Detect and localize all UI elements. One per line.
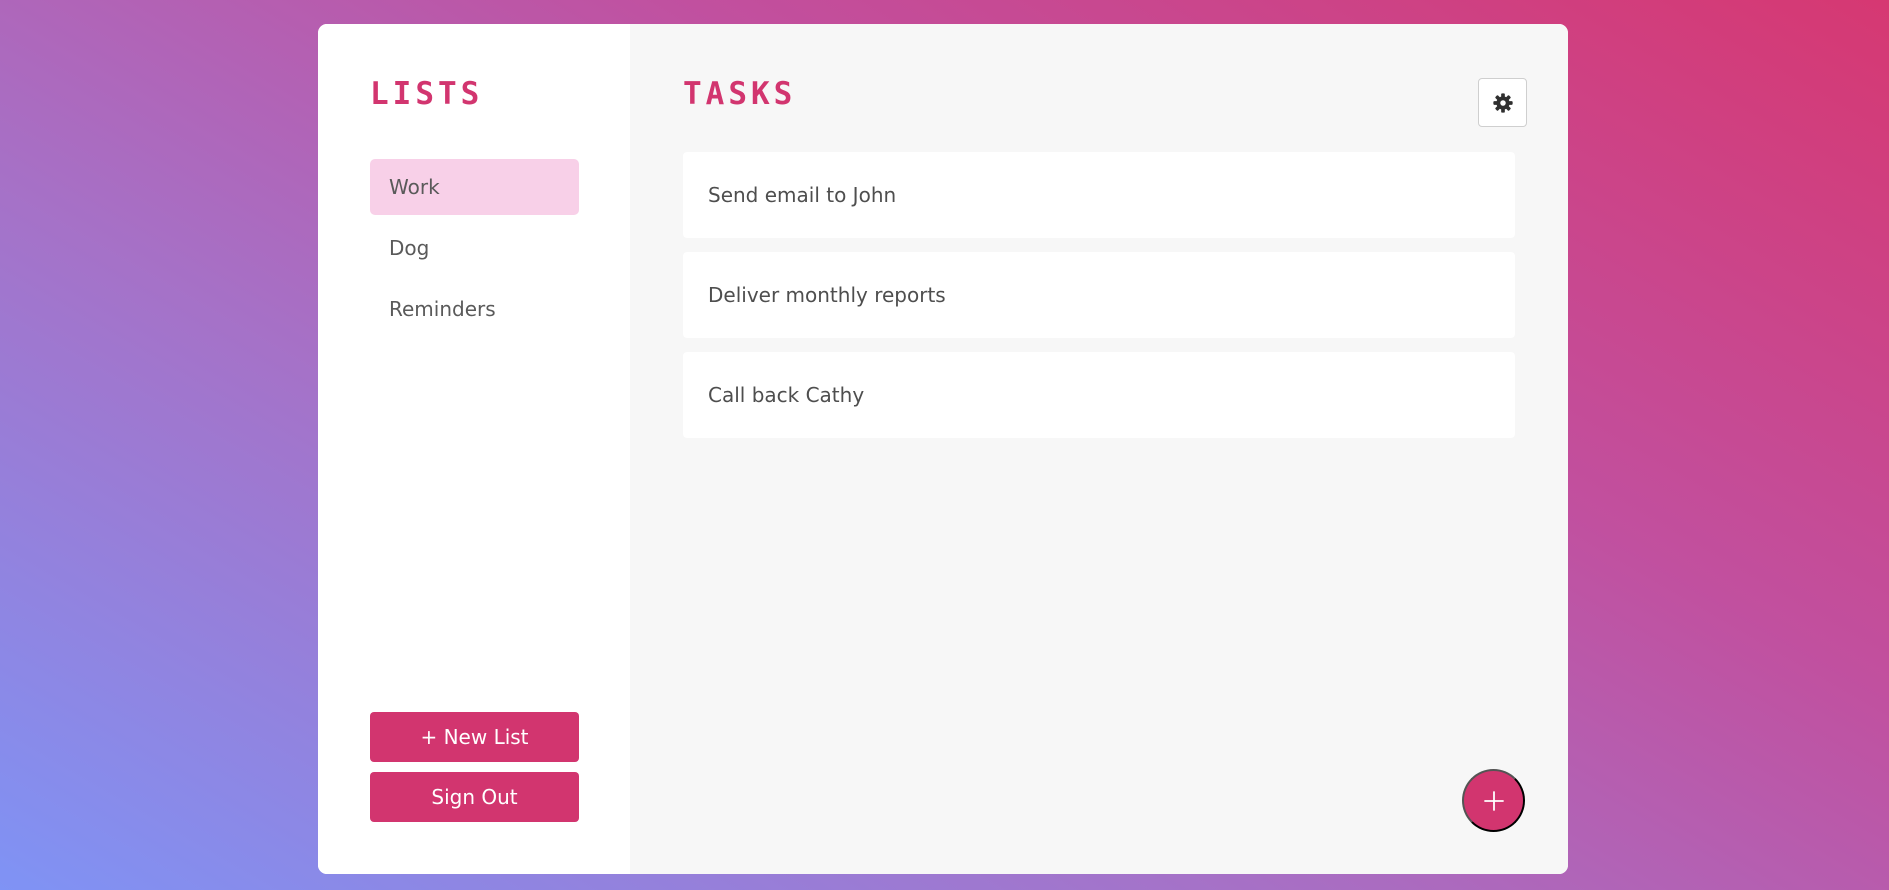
settings-button[interactable]	[1478, 78, 1527, 127]
tasks-heading: TASKS	[683, 76, 797, 112]
task-item[interactable]: Call back Cathy	[683, 352, 1515, 438]
gear-icon	[1492, 92, 1513, 113]
lists-heading: LISTS	[370, 76, 484, 112]
add-task-button[interactable]	[1462, 769, 1525, 832]
task-label: Send email to John	[708, 183, 897, 207]
sidebar-item-work[interactable]: Work	[370, 159, 579, 215]
sidebar: LISTS Work Dog Reminders + New List Sign…	[318, 24, 630, 874]
task-item[interactable]: Send email to John	[683, 152, 1515, 238]
task-label: Call back Cathy	[708, 383, 865, 407]
new-list-button[interactable]: + New List	[370, 712, 579, 762]
plus-icon	[1483, 790, 1504, 811]
task-label: Deliver monthly reports	[708, 283, 946, 307]
sign-out-button[interactable]: Sign Out	[370, 772, 579, 822]
sidebar-item-dog[interactable]: Dog	[370, 220, 579, 276]
task-list: Send email to John Deliver monthly repor…	[683, 152, 1515, 452]
app-window: LISTS Work Dog Reminders + New List Sign…	[318, 24, 1568, 874]
main-panel: TASKS Send email to John Deliver monthly…	[630, 24, 1568, 874]
task-item[interactable]: Deliver monthly reports	[683, 252, 1515, 338]
list-nav: Work Dog Reminders	[370, 159, 579, 342]
sidebar-item-reminders[interactable]: Reminders	[370, 281, 579, 337]
